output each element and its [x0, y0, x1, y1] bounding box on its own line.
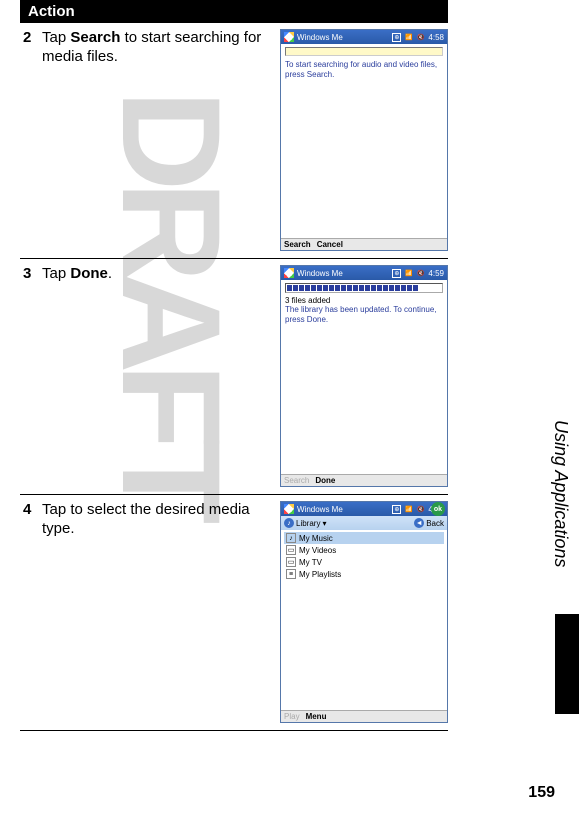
info-message-line2: press Search.: [285, 70, 443, 80]
windows-icon: [284, 268, 294, 278]
cancel-button[interactable]: Cancel: [317, 240, 343, 249]
info-message-line1: To start searching for audio and video f…: [285, 60, 443, 70]
speaker-icon: 🔇: [416, 33, 425, 42]
step-row: 2 Tap Search to start searching for medi…: [20, 23, 448, 259]
windows-icon: [284, 32, 294, 42]
page-number: 159: [528, 784, 555, 802]
softkey-bar: Play Menu: [281, 710, 447, 722]
step-text-before: Tap: [42, 265, 70, 282]
titlebar-title: Windows Me: [297, 33, 389, 42]
step-text-before: Tap: [42, 29, 70, 46]
playlist-icon: ≡: [286, 569, 296, 579]
list-item-label: My Videos: [299, 546, 336, 555]
media-list: ♪ My Music ▭ My Videos ▭ My TV ≡ My Play…: [281, 530, 447, 710]
clock: 4:59: [428, 269, 444, 278]
signal-icon: 📶: [404, 505, 413, 514]
tv-icon: ▭: [286, 557, 296, 567]
step-number: 3: [20, 265, 42, 282]
library-dropdown[interactable]: Library: [296, 519, 320, 528]
menu-button[interactable]: Menu: [306, 712, 327, 721]
clock: 4:58: [428, 33, 444, 42]
ok-button[interactable]: ok: [431, 502, 445, 516]
search-input[interactable]: [285, 47, 443, 56]
list-item[interactable]: ≡ My Playlists: [284, 568, 444, 580]
back-icon: ◄: [414, 518, 424, 528]
list-item[interactable]: ▭ My Videos: [284, 544, 444, 556]
titlebar: Windows Me ⊕ 📶 🔇 4:58: [281, 30, 447, 44]
screen-body: 3 files added The library has been updat…: [281, 280, 447, 474]
library-icon: ♪: [284, 518, 294, 528]
windows-icon: [284, 504, 294, 514]
titlebar: Windows Me ⊕ 📶 🔇 4:59: [281, 266, 447, 280]
back-label: Back: [426, 519, 444, 528]
device-screenshot: Windows Me ⊕ 📶 🔇 4:58 To start searching…: [280, 29, 448, 251]
chevron-down-icon: ▾: [322, 519, 326, 528]
done-button[interactable]: Done: [315, 476, 335, 485]
speaker-icon: 🔇: [416, 269, 425, 278]
list-item-label: My Music: [299, 534, 333, 543]
status-text: 3 files added: [285, 296, 443, 305]
titlebar-title: Windows Me: [297, 269, 389, 278]
status-icon: ⊕: [392, 505, 401, 514]
step-text-after: .: [108, 265, 112, 282]
info-message-line1: The library has been updated. To continu…: [285, 305, 443, 315]
action-header: Action: [20, 0, 448, 23]
music-icon: ♪: [286, 533, 296, 543]
step-row: 4 Tap to select the desired media type. …: [20, 495, 448, 731]
titlebar-title: Windows Me: [297, 505, 389, 514]
step-text: Tap to select the desired media type.: [42, 501, 280, 539]
step-number: 4: [20, 501, 42, 518]
step-row: 3 Tap Done. Windows Me ⊕ 📶 🔇 4:59 3 file…: [20, 259, 448, 495]
step-text: Tap Done.: [42, 265, 280, 284]
search-button-disabled: Search: [284, 476, 309, 485]
list-item-label: My Playlists: [299, 570, 341, 579]
list-item-label: My TV: [299, 558, 322, 567]
step-text-before: Tap to select the desired media type.: [42, 501, 250, 537]
status-icon: ⊕: [392, 269, 401, 278]
play-button-disabled: Play: [284, 712, 300, 721]
step-keyword: Done: [70, 265, 108, 282]
device-screenshot: Windows Me ⊕ 📶 🔇 4:54 ok ♪ Library ▾ ◄ B…: [280, 501, 448, 723]
step-number: 2: [20, 29, 42, 46]
device-screenshot: Windows Me ⊕ 📶 🔇 4:59 3 files added The …: [280, 265, 448, 487]
step-text: Tap Search to start searching for media …: [42, 29, 280, 67]
info-message-line2: press Done.: [285, 315, 443, 325]
signal-icon: 📶: [404, 269, 413, 278]
list-item[interactable]: ♪ My Music: [284, 532, 444, 544]
library-toolbar: ♪ Library ▾ ◄ Back: [281, 516, 447, 530]
screen-body: To start searching for audio and video f…: [281, 44, 447, 238]
speaker-icon: 🔇: [416, 505, 425, 514]
list-item[interactable]: ▭ My TV: [284, 556, 444, 568]
page-content: Action 2 Tap Search to start searching f…: [0, 0, 579, 731]
status-icon: ⊕: [392, 33, 401, 42]
search-button[interactable]: Search: [284, 240, 311, 249]
step-keyword: Search: [70, 29, 120, 46]
back-button[interactable]: ◄ Back: [414, 518, 444, 528]
softkey-bar: Search Cancel: [281, 238, 447, 250]
softkey-bar: Search Done: [281, 474, 447, 486]
titlebar: Windows Me ⊕ 📶 🔇 4:54 ok: [281, 502, 447, 516]
signal-icon: 📶: [404, 33, 413, 42]
video-icon: ▭: [286, 545, 296, 555]
progress-bar: [285, 283, 443, 293]
